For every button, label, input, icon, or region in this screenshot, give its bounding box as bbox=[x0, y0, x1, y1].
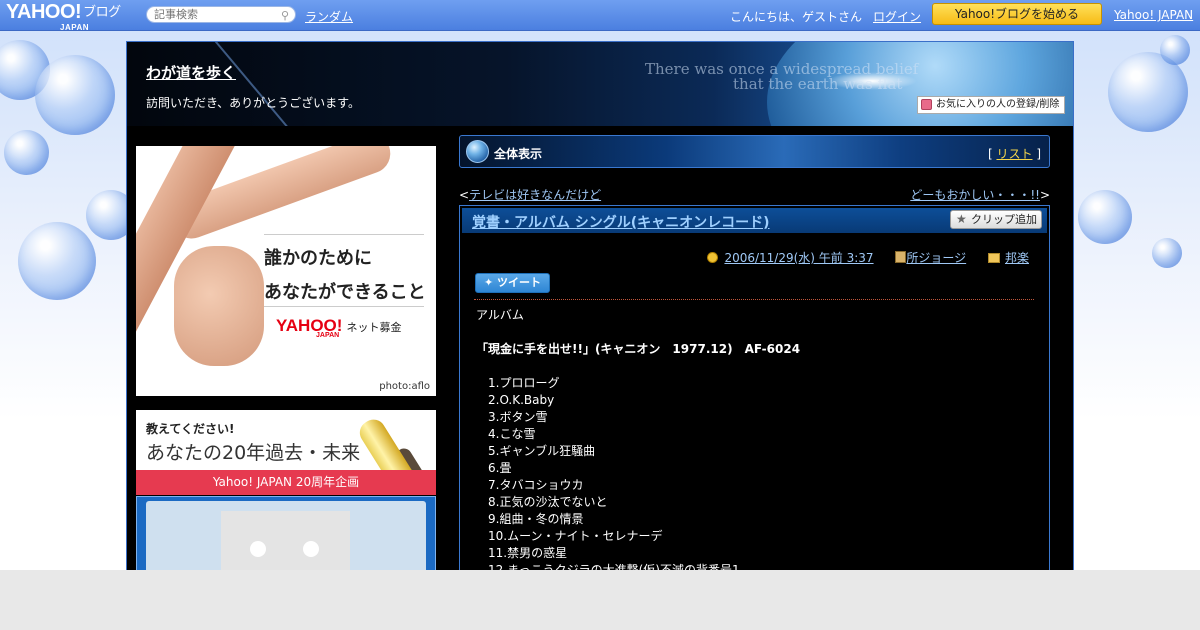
track-item: 6.畳 bbox=[488, 461, 512, 475]
track-item: 7.タバコショウカ bbox=[488, 478, 584, 492]
below-viewport-area bbox=[0, 570, 1200, 630]
prev-article-link[interactable]: テレビは好きなんだけど bbox=[469, 188, 601, 202]
track-item: 10.ムーン・ナイト・セレナーデ bbox=[488, 529, 663, 543]
article-title-bar: 覚書・アルバム シングル(キャニオンレコード) ★ クリップ追加 bbox=[462, 208, 1047, 233]
header-quote-line: that the earth was flat bbox=[733, 75, 903, 93]
track-item: 4.こな雪 bbox=[488, 427, 536, 441]
track-list: 1.プロローグ 2.O.K.Baby 3.ボタン雪 4.こな雪 5.ギャンブル狂… bbox=[476, 375, 800, 570]
section-header-bar: 全体表示 [ リスト ] bbox=[459, 135, 1050, 168]
donation-ad-line: 誰かのために bbox=[264, 248, 372, 269]
anniversary-ad-line1: 教えてください! bbox=[146, 422, 235, 436]
ad-brand-suffix: ネット募金 bbox=[346, 322, 402, 334]
ad-divider bbox=[264, 306, 424, 307]
yahoo-japan-link[interactable]: Yahoo! JAPAN bbox=[1114, 8, 1193, 22]
clasped-hands-image bbox=[174, 246, 264, 366]
tweet-button[interactable]: ✦ ツイート bbox=[475, 273, 550, 293]
donation-ad-copy: 誰かのために あなたができること bbox=[264, 242, 426, 310]
track-item: 2.O.K.Baby bbox=[488, 393, 555, 407]
track-item: 12.まっこうクジラの大進撃(仮)不滅の背番号1 bbox=[488, 563, 740, 570]
prev-marker: < bbox=[459, 188, 470, 202]
random-link[interactable]: ランダム bbox=[305, 8, 353, 25]
next-marker: > bbox=[1039, 188, 1050, 202]
page-viewport: YAHOO!ブログ JAPAN ⚲ ランダム こんにちは、ゲストさん ログイン … bbox=[0, 0, 1200, 570]
avatar-eye bbox=[250, 541, 266, 557]
bg-bubble bbox=[35, 55, 115, 135]
donation-ad-banner[interactable]: 誰かのために あなたができること YAHOO! ネット募金 JAPAN photo… bbox=[136, 146, 436, 396]
photo-credit: photo:aflo bbox=[379, 381, 430, 392]
header-quote: There was once a widespread belief that … bbox=[645, 62, 918, 92]
logo-sub: JAPAN bbox=[60, 23, 90, 32]
album-title: 「現金に手を出せ!!」(キャニオン 1977.12) AF-6024 bbox=[476, 342, 801, 356]
clip-add-button[interactable]: ★ クリップ追加 bbox=[950, 210, 1042, 229]
blog-frame: There was once a widespread belief that … bbox=[126, 41, 1074, 570]
track-item: 3.ボタン雪 bbox=[488, 410, 548, 424]
anniversary-ad-line2: あなたの20年過去・未来 bbox=[146, 442, 361, 464]
search-box: ⚲ bbox=[146, 6, 296, 23]
next-article: どーもおかしい・・・!!> bbox=[910, 186, 1050, 203]
article-type-label: アルバム bbox=[476, 308, 524, 322]
article-meta: 2006/11/29(水) 午前 3:37 所ジョージ 邦楽 bbox=[707, 249, 1029, 266]
clock-icon bbox=[707, 252, 719, 263]
article-nav: <テレビは好きなんだけど どーもおかしい・・・!!> bbox=[459, 186, 1050, 203]
login-link[interactable]: ログイン bbox=[873, 8, 921, 25]
yahoo-donation-logo: YAHOO! ネット募金 JAPAN bbox=[276, 316, 402, 339]
avatar-eye bbox=[303, 541, 319, 557]
yahoo-global-header: YAHOO!ブログ JAPAN ⚲ ランダム こんにちは、ゲストさん ログイン … bbox=[0, 0, 1200, 32]
ad-brand-sub: JAPAN bbox=[316, 332, 340, 339]
yahoo-blog-logo[interactable]: YAHOO! ブログ JAPAN bbox=[6, 2, 121, 32]
profile-image-frame bbox=[146, 501, 426, 570]
star-icon: ★ bbox=[956, 212, 967, 226]
bg-bubble bbox=[4, 130, 49, 175]
bg-bubble bbox=[1078, 190, 1132, 244]
author-link[interactable]: 所ジョージ bbox=[906, 251, 966, 265]
blog-title[interactable]: わが道を歩く bbox=[146, 62, 236, 83]
tweet-label: ツイート bbox=[497, 276, 542, 289]
track-item: 9.組曲・冬の情景 bbox=[488, 512, 584, 526]
default-avatar[interactable] bbox=[221, 511, 350, 570]
heart-icon bbox=[921, 99, 932, 110]
profile-widget bbox=[136, 496, 436, 570]
search-input[interactable] bbox=[154, 7, 274, 22]
track-item: 11.禁男の惑星 bbox=[488, 546, 568, 560]
earth-icon bbox=[466, 140, 489, 163]
donation-ad-line: あなたができること bbox=[264, 282, 426, 303]
ad-divider bbox=[264, 234, 424, 235]
blog-header: There was once a widespread belief that … bbox=[127, 42, 1073, 126]
light-beam bbox=[212, 42, 304, 126]
search-icon[interactable]: ⚲ bbox=[281, 9, 289, 22]
article-divider bbox=[474, 299, 1034, 300]
author-icon bbox=[895, 251, 907, 263]
article-title[interactable]: 覚書・アルバム シングル(キャニオンレコード) bbox=[472, 212, 770, 232]
bg-bubble bbox=[18, 222, 96, 300]
clip-add-label: クリップ追加 bbox=[971, 213, 1037, 226]
folder-icon bbox=[987, 253, 1000, 263]
section-label: 全体表示 bbox=[494, 147, 543, 161]
track-item: 1.プロローグ bbox=[488, 376, 560, 390]
bg-bubble bbox=[1160, 35, 1190, 65]
article: 覚書・アルバム シングル(キャニオンレコード) ★ クリップ追加 2006/11… bbox=[459, 205, 1050, 570]
track-item: 8.正気の沙汰でないと bbox=[488, 495, 608, 509]
start-blog-button[interactable]: Yahoo!ブログを始める bbox=[932, 3, 1102, 25]
list-bracket-close: ] bbox=[1036, 147, 1041, 161]
blog-description: 訪問いただき、ありがとうございます。 bbox=[146, 96, 360, 110]
next-article-link[interactable]: どーもおかしい・・・!! bbox=[910, 188, 1040, 202]
list-link[interactable]: リスト bbox=[996, 147, 1032, 161]
twitter-bird-icon: ✦ bbox=[483, 276, 494, 289]
favorite-register-button[interactable]: お気に入りの人の登録/削除 bbox=[917, 96, 1065, 114]
favorite-register-label: お気に入りの人の登録/削除 bbox=[936, 99, 1060, 110]
category-link[interactable]: 邦楽 bbox=[1005, 251, 1029, 265]
anniversary-ad-band: Yahoo! JAPAN 20周年企画 bbox=[136, 470, 436, 495]
logo-blog: ブログ bbox=[83, 4, 121, 19]
list-link-group: [ リスト ] bbox=[988, 145, 1041, 162]
track-item: 5.ギャンブル狂騒曲 bbox=[488, 444, 596, 458]
article-date-link[interactable]: 2006/11/29(水) 午前 3:37 bbox=[724, 251, 873, 265]
bg-bubble bbox=[1152, 238, 1182, 268]
greeting-text: こんにちは、ゲストさん bbox=[730, 10, 863, 24]
list-bracket-open: [ bbox=[987, 147, 993, 161]
article-body: アルバム 「現金に手を出せ!!」(キャニオン 1977.12) AF-6024 … bbox=[476, 307, 800, 570]
anniversary-ad-banner[interactable]: 教えてください! あなたの20年過去・未来 Yahoo! JAPAN 20周年企… bbox=[136, 410, 436, 495]
